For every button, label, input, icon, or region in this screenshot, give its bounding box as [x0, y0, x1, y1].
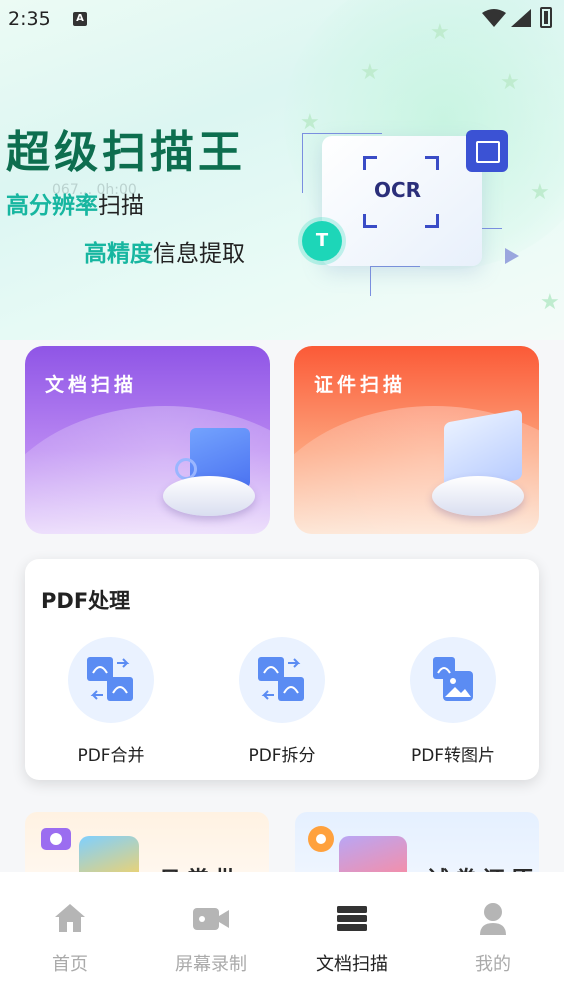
star-decoration: ★	[540, 290, 560, 315]
pdf-section-title: PDF处理	[41, 589, 131, 613]
pdf-to-image-icon	[433, 657, 473, 701]
user-icon	[480, 903, 506, 935]
tab-screen-record-label: 屏幕录制	[175, 954, 247, 975]
daily-grading-label: 日常批改	[159, 862, 269, 872]
pdf-to-image-label: PDF转图片	[410, 746, 496, 766]
circuit-line	[302, 133, 382, 134]
tab-mine-label: 我的	[475, 954, 511, 975]
hero-subtitle-2-rest: 信息提取	[153, 241, 245, 267]
pdf-merge-icon	[87, 657, 133, 701]
pdf-split-icon	[258, 657, 304, 701]
star-decoration: ★	[500, 70, 520, 95]
status-time: 2:35	[8, 8, 51, 30]
hero-title: 超级扫描王	[6, 127, 246, 178]
camera-icon	[41, 828, 71, 850]
pdf-processing-panel: PDF处理 PDF合并 PDF拆分 PDF转图片	[25, 559, 539, 780]
document-scan-card[interactable]: 文档扫描	[25, 346, 270, 534]
pdf-split-button[interactable]: PDF拆分	[222, 637, 342, 766]
pdf-merge-label: PDF合并	[77, 746, 145, 766]
score-icon	[79, 836, 139, 872]
hero-subtitle-1-highlight: 高分辨率	[6, 193, 98, 219]
arrow-decoration-icon	[505, 248, 519, 264]
paint-icon	[308, 826, 334, 852]
circuit-line	[302, 133, 303, 193]
circuit-line	[370, 266, 371, 296]
tab-document-scan-label: 文档扫描	[316, 954, 388, 975]
star-decoration: ★	[360, 60, 380, 85]
tab-home-label: 首页	[52, 954, 88, 975]
hero-subtitle-2-highlight: 高精度	[84, 241, 153, 267]
daily-grading-card[interactable]: 日常批改	[25, 812, 269, 872]
ocr-label: OCR	[374, 178, 422, 202]
hero-subtitle-1: 高分辨率扫描	[6, 186, 144, 220]
battery-icon	[540, 7, 552, 28]
star-decoration: ★	[530, 180, 550, 205]
tab-mine[interactable]: 我的	[443, 902, 543, 976]
wifi-icon	[482, 9, 506, 27]
text-t-icon: T	[302, 221, 342, 261]
circuit-line	[370, 266, 420, 267]
exam-restore-label: 试卷还原	[427, 862, 539, 872]
document-scan-label: 文档扫描	[45, 374, 138, 396]
tab-screen-record[interactable]: 屏幕录制	[161, 902, 261, 976]
stack-icon	[337, 906, 367, 931]
video-camera-icon	[193, 908, 229, 930]
image-scan-icon	[466, 130, 508, 172]
tab-document-scan[interactable]: 文档扫描	[302, 902, 402, 976]
exam-restore-card[interactable]: 试卷还原	[295, 812, 539, 872]
star-decoration: ★	[300, 110, 320, 135]
pdf-merge-button[interactable]: PDF合并	[51, 637, 171, 766]
grade-a-icon	[339, 836, 407, 872]
pedestal-icon	[432, 476, 524, 516]
home-icon	[55, 904, 85, 932]
id-card-scan-label: 证件扫描	[314, 374, 407, 396]
status-bar: 2:35 A	[0, 0, 564, 40]
bottom-tab-bar: 首页 屏幕录制 文档扫描 我的	[0, 872, 564, 1002]
pdf-to-image-button[interactable]: PDF转图片	[393, 637, 513, 766]
pedestal-icon	[163, 476, 255, 516]
pdf-split-label: PDF拆分	[248, 746, 316, 766]
cellular-icon	[511, 9, 531, 27]
tab-home[interactable]: 首页	[20, 902, 120, 976]
notification-a-icon: A	[73, 12, 87, 26]
hero-subtitle-2: 高精度信息提取	[84, 234, 245, 268]
hero-subtitle-1-rest: 扫描	[98, 193, 144, 219]
id-card-scan-card[interactable]: 证件扫描	[294, 346, 539, 534]
